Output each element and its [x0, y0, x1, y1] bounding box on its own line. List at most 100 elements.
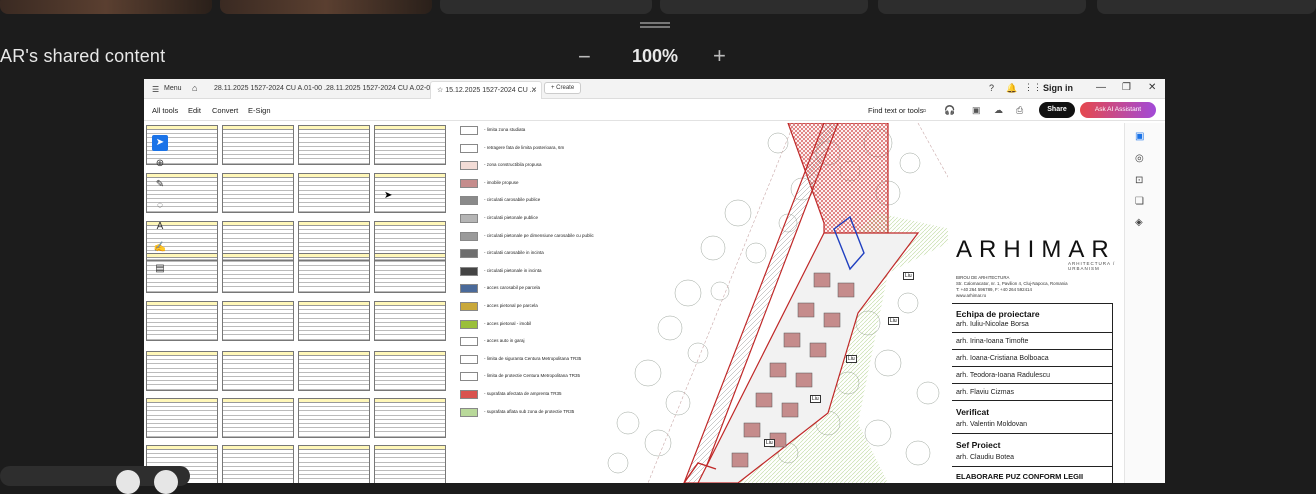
zoom-tool-icon[interactable]: ⊕: [152, 156, 168, 172]
sign-in-button[interactable]: Sign in: [1043, 83, 1073, 93]
participant-tile[interactable]: [220, 0, 432, 14]
participant-strip: ✕ ✕ ✕: [0, 0, 1316, 14]
parcel-table: [298, 445, 370, 483]
legend-item: - suprafata aflata sub zona de protectie…: [456, 405, 586, 423]
legend-label: - circulatii carosabile publice: [484, 197, 541, 203]
menu-esign[interactable]: E-Sign: [248, 106, 271, 115]
parcel-table: [298, 351, 370, 391]
search-icon[interactable]: ⌕: [922, 105, 927, 116]
legend-label: - limita zona studiata: [484, 127, 526, 132]
participant-tile[interactable]: ✕: [878, 0, 1086, 14]
firm-line: Str. Calomacator, nr. 1, Pavilion 4, Clu…: [956, 281, 1068, 286]
pen-icon[interactable]: ✎: [152, 177, 168, 193]
lasso-icon[interactable]: ◌: [152, 198, 168, 214]
stamp-icon[interactable]: ▤: [152, 261, 168, 277]
select-cursor-icon[interactable]: ➤: [152, 135, 168, 151]
legend-swatch: [460, 337, 478, 347]
comment-icon[interactable]: ▣: [1135, 131, 1144, 142]
menu-edit[interactable]: Edit: [188, 106, 201, 115]
bookmark-icon[interactable]: ⊡: [1135, 175, 1143, 186]
bottom-controls: [0, 466, 190, 494]
plan-legend: - limita zona studiata - retragere fata d…: [456, 123, 594, 423]
parcel-table: [222, 351, 294, 391]
pdf-document[interactable]: - limita zona studiata - retragere fata d…: [144, 123, 1124, 483]
legend-label: - retragere fata de limita posterioara, …: [484, 144, 565, 150]
legend-item: - acces auto in garaj: [456, 334, 586, 352]
parcel-table: [222, 398, 294, 438]
legend-item: - zona constructibila propusa: [456, 158, 586, 176]
left-toolbar: ➤ ⊕ ✎ ◌ A ✍ ▤: [152, 135, 170, 282]
legend-item: - circulatii carosabile in incinta: [456, 246, 586, 264]
legend-label: - circulatii pietonale in incinta: [484, 267, 542, 273]
create-button[interactable]: + Create: [544, 82, 582, 94]
headphones-icon[interactable]: 🎧: [944, 105, 955, 116]
legend-swatch: [460, 319, 478, 329]
control-button[interactable]: [116, 470, 140, 494]
close-window-icon[interactable]: ✕: [1148, 82, 1156, 93]
legend-swatch: [460, 249, 478, 259]
firm-line: BIROU DE ARHITECTURA: [956, 275, 1010, 280]
legend-label: - limita de siguranta Centura Metropolit…: [484, 355, 582, 361]
hamburger-icon[interactable]: ☰: [152, 85, 159, 94]
tab[interactable]: 28.11.2025 1527-2024 CU A.01-00 ...: [208, 81, 336, 99]
home-icon[interactable]: ⌂: [192, 83, 197, 93]
legend-swatch: [460, 161, 478, 171]
mouse-cursor-icon: ➤: [384, 190, 393, 201]
firm-logo: ARHIMAR: [956, 236, 1116, 263]
find-tools[interactable]: Find text or tools: [868, 106, 923, 115]
participant-tile[interactable]: ✕: [660, 0, 868, 14]
zoom-out-button[interactable]: −: [578, 44, 591, 70]
legend-item: - retragere fata de limita posterioara, …: [456, 141, 586, 159]
control-button[interactable]: [154, 470, 178, 494]
help-icon[interactable]: ?: [989, 83, 994, 93]
tab-active[interactable]: ☆ 15.12.2025 1527-2024 CU ... ✕: [430, 81, 542, 99]
tab[interactable]: 28.11.2025 1527-2024 CU A.02-00...: [320, 81, 446, 99]
right-panel: ▣ ◎ ⊡ ❏ ◈: [1124, 123, 1165, 483]
zoom-in-button[interactable]: +: [713, 43, 726, 69]
pin-icon: ✕: [456, 0, 464, 3]
parcel-table: [374, 351, 446, 391]
print-icon[interactable]: ⎙: [1016, 105, 1023, 116]
legend-label: - suprafata aflata sub zona de protectie…: [484, 408, 575, 414]
bell-icon[interactable]: 🔔: [1006, 83, 1017, 94]
participant-tile[interactable]: [0, 0, 212, 14]
minimize-icon[interactable]: —: [1096, 82, 1106, 93]
save-icon[interactable]: ▣: [972, 105, 981, 116]
legend-swatch: [460, 196, 478, 206]
legend-label: - imobile propuse: [484, 179, 519, 185]
parcel-table: [298, 398, 370, 438]
menu-all-tools[interactable]: All tools: [152, 106, 178, 115]
menu-label[interactable]: Menu: [164, 85, 182, 92]
team-member: arh. Flaviu Cizmas: [956, 389, 1014, 396]
pin-icon: ✕: [674, 0, 682, 3]
legend-label: - zona constructibila propusa: [484, 162, 542, 168]
upload-icon[interactable]: ☁: [994, 105, 1003, 116]
pages-icon[interactable]: ❏: [1135, 196, 1144, 207]
participant-tile[interactable]: ✕: [440, 0, 652, 14]
participant-tile[interactable]: [1097, 0, 1316, 14]
apps-icon[interactable]: ⋮⋮: [1024, 82, 1042, 93]
legend-label: - circulatii pietonale publice: [484, 214, 539, 220]
browser-tab-bar: ☰ Menu ⌂ 28.11.2025 1527-2024 CU A.01-00…: [144, 79, 1165, 99]
ask-ai-button[interactable]: Ask AI Assistant: [1080, 102, 1156, 118]
legend-swatch: [460, 126, 478, 135]
shared-window: ☰ Menu ⌂ 28.11.2025 1527-2024 CU A.01-00…: [144, 79, 1165, 483]
restore-icon[interactable]: ❐: [1122, 82, 1131, 93]
chat-icon[interactable]: ◎: [1135, 153, 1144, 164]
tab-label: 28.11.2025 1527-2024 CU A.02-00...: [326, 85, 440, 92]
legend-label: - limita de protectie Centura Metropolit…: [484, 373, 580, 379]
menu-convert[interactable]: Convert: [212, 106, 238, 115]
signature-icon[interactable]: ✍: [152, 240, 168, 256]
legend-label: - acces auto in garaj: [484, 338, 525, 344]
firm-subtitle: ARHITECTURA / URBANISM: [1068, 261, 1116, 271]
text-tool-icon[interactable]: A: [152, 219, 168, 235]
legend-swatch: [460, 301, 478, 311]
layers-icon[interactable]: ◈: [1135, 217, 1143, 228]
drag-handle-icon[interactable]: [640, 22, 670, 28]
legend-swatch: [460, 143, 478, 153]
parcel-table: [298, 253, 370, 293]
legend-label: - acces pietonal pe parcela: [484, 302, 538, 308]
parcel-table: [374, 301, 446, 341]
close-icon[interactable]: ✕: [531, 86, 537, 94]
share-button[interactable]: Share: [1039, 102, 1075, 118]
